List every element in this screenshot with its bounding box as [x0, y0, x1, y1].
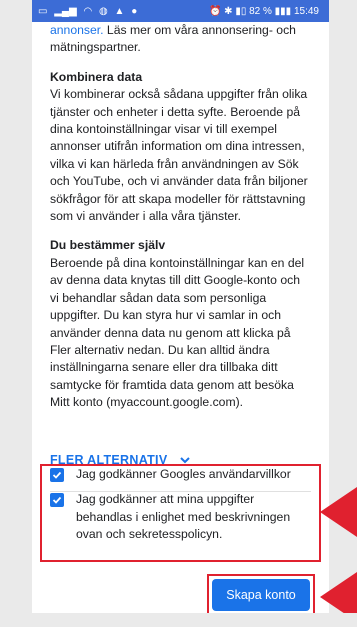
app-icon: ◍ — [99, 5, 108, 17]
partners-line-2: mätningspartner. — [50, 40, 141, 55]
notification-icon: ▲ — [114, 5, 125, 17]
partners-line: annonser. Läs mer om våra annonsering- o… — [50, 22, 311, 39]
annotation-highlight-checkboxes — [40, 464, 321, 562]
section-body-you-decide: Beroende på dina kontoinställningar kan … — [50, 255, 305, 410]
status-icons-left: ▭ ▂▄▆ ◠ ◍ ▲ ● — [38, 6, 141, 17]
annotation-arrow-icon — [320, 487, 357, 537]
wifi-icon: ◠ — [83, 5, 93, 17]
status-icons-right: ⏰ ✱ ▮▯ 82 % ▮▮▮ 15:49 — [209, 6, 323, 17]
section-body-combine: Vi kombinerar också sådana uppgifter frå… — [50, 87, 308, 224]
dot-icon: ● — [131, 5, 138, 17]
signal-icon: ▂▄▆ — [54, 5, 77, 17]
status-bar: ▭ ▂▄▆ ◠ ◍ ▲ ● ⏰ ✱ ▮▯ 82 % ▮▮▮ 15:49 — [32, 0, 329, 22]
section-heading-you-decide: Du bestämmer själv — [50, 238, 166, 253]
read-more-link[interactable]: annonser. — [50, 23, 104, 37]
bezel-bottom — [0, 613, 357, 627]
partners-line-rest: Läs mer om våra annonsering- och — [103, 23, 296, 37]
privacy-text: annonser. Läs mer om våra annonsering- o… — [32, 22, 329, 492]
message-icon: ▭ — [38, 5, 48, 17]
section-heading-combine: Kombinera data — [50, 69, 143, 84]
status-readout: ⏰ ✱ ▮▯ 82 % ▮▮▮ 15:49 — [208, 5, 319, 17]
create-account-button[interactable]: Skapa konto — [212, 579, 310, 611]
bezel-left — [0, 0, 32, 627]
